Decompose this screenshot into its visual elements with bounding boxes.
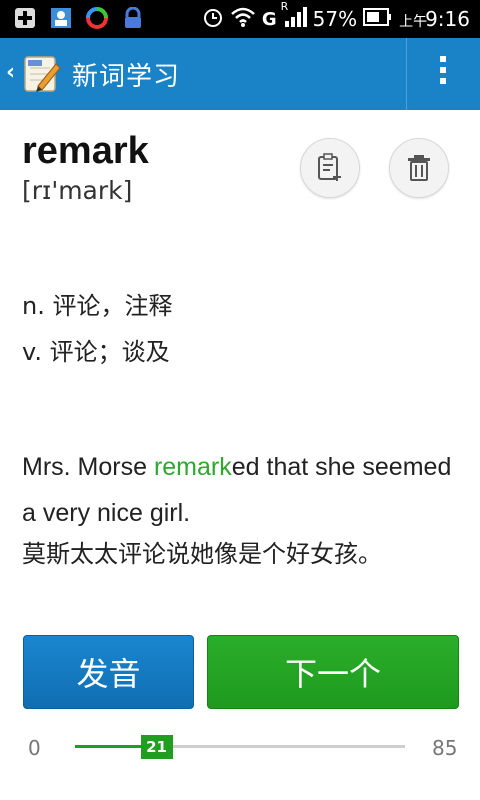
page-title: 新词学习 <box>72 62 181 92</box>
time: 9:16 <box>425 7 470 31</box>
action-bar-divider <box>406 38 407 110</box>
add-notification-icon <box>14 7 36 29</box>
word-text: remark <box>22 130 149 172</box>
add-note-icon <box>318 153 341 181</box>
action-bar: ‹ 新词学习 <box>0 38 480 110</box>
slider-min-label: 0 <box>28 736 41 760</box>
example-prefix: Mrs. Morse <box>22 453 154 481</box>
contact-card-icon <box>50 7 72 29</box>
trash-icon <box>408 155 430 181</box>
clock: 上午9:16 <box>399 7 470 31</box>
delete-word-button[interactable] <box>389 138 449 198</box>
definition-verb: v. 评论；谈及 <box>22 338 170 366</box>
wifi-icon <box>230 6 256 32</box>
example-highlight: remark <box>153 453 232 481</box>
add-to-wordbook-button[interactable] <box>300 138 360 198</box>
battery-percent: 57% <box>312 7 358 31</box>
progress-slider-thumb[interactable]: 21 <box>140 735 173 759</box>
next-word-button[interactable]: 下一个 <box>207 635 459 709</box>
word-phonetic: [rɪ'mark] <box>22 176 133 205</box>
time-prefix: 上午 <box>399 14 428 30</box>
battery-icon <box>363 7 393 31</box>
definition-noun: n. 评论，注释 <box>22 292 173 320</box>
back-arrow-icon[interactable]: ‹ <box>6 60 15 85</box>
pronounce-button[interactable]: 发音 <box>23 635 194 709</box>
alarm-icon <box>202 6 224 32</box>
status-bar: G R 57% 上午9:16 <box>0 0 480 38</box>
lock-app-icon <box>122 6 144 29</box>
vocabulary-app-icon[interactable] <box>22 54 62 94</box>
roaming-label: R <box>280 0 289 13</box>
example-translation: 莫斯太太评论说她像是个好女孩。 <box>22 540 382 568</box>
sync-app-icon <box>86 7 108 29</box>
signal-icon: R <box>281 0 307 32</box>
overflow-menu-icon[interactable] <box>430 56 456 92</box>
example-sentence: Mrs. Morse remarked that she seemed a ve… <box>22 444 462 536</box>
network-type-label: G <box>261 8 277 30</box>
slider-max-label: 85 <box>432 736 458 760</box>
